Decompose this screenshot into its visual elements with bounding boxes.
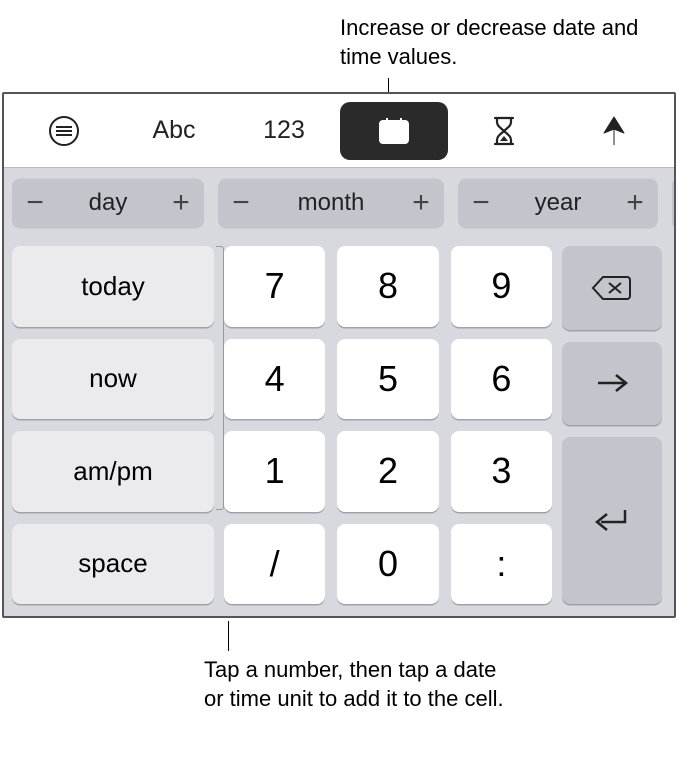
key-0-label: 0 bbox=[378, 543, 398, 585]
tab-text-keyboard[interactable]: Abc bbox=[120, 102, 228, 160]
key-3[interactable]: 3 bbox=[451, 431, 552, 512]
tab-formula-keyboard[interactable] bbox=[560, 102, 668, 160]
key-0[interactable]: 0 bbox=[337, 524, 438, 605]
shortcut-keys-column: today now am/pm space bbox=[12, 246, 214, 604]
key-space-label: space bbox=[78, 548, 147, 579]
date-time-keyboard: Abc 123 bbox=[2, 92, 676, 618]
key-slash-label: / bbox=[270, 543, 280, 585]
key-9[interactable]: 9 bbox=[451, 246, 552, 327]
key-7[interactable]: 7 bbox=[224, 246, 325, 327]
stepper-year: − year + bbox=[458, 178, 658, 228]
key-6-label: 6 bbox=[491, 358, 511, 400]
key-9-label: 9 bbox=[491, 265, 511, 307]
key-3-label: 3 bbox=[491, 450, 511, 492]
increase-day-button[interactable]: + bbox=[166, 188, 196, 218]
decrease-year-button[interactable]: − bbox=[466, 188, 496, 218]
stepper-day: − day + bbox=[12, 178, 204, 228]
stepper-month: − month + bbox=[218, 178, 444, 228]
key-now[interactable]: now bbox=[12, 339, 214, 420]
key-return[interactable] bbox=[562, 437, 662, 604]
key-5-label: 5 bbox=[378, 358, 398, 400]
key-5[interactable]: 5 bbox=[337, 339, 438, 420]
key-2-label: 2 bbox=[378, 450, 398, 492]
keyboard-mode-tabs: Abc 123 bbox=[4, 94, 674, 168]
key-colon[interactable]: : bbox=[451, 524, 552, 605]
key-colon-label: : bbox=[496, 543, 506, 585]
tab-numeric-keyboard[interactable]: 123 bbox=[230, 102, 338, 160]
key-slash[interactable]: / bbox=[224, 524, 325, 605]
tab-text-label: Abc bbox=[152, 116, 195, 145]
tab-duration-keyboard[interactable] bbox=[450, 102, 558, 160]
stepper-more[interactable] bbox=[672, 178, 674, 228]
callout-bracket bbox=[216, 246, 224, 510]
key-6[interactable]: 6 bbox=[451, 339, 552, 420]
action-keys-column bbox=[562, 246, 662, 604]
key-7-label: 7 bbox=[265, 265, 285, 307]
increase-year-button[interactable]: + bbox=[620, 188, 650, 218]
key-area: today now am/pm space 7 8 9 4 5 6 1 2 3 … bbox=[4, 238, 674, 616]
key-1[interactable]: 1 bbox=[224, 431, 325, 512]
date-unit-steppers-row: − day + − month + − year + bbox=[4, 168, 674, 238]
key-8-label: 8 bbox=[378, 265, 398, 307]
callout-number-keys: Tap a number, then tap a date or time un… bbox=[204, 656, 504, 713]
stepper-month-label[interactable]: month bbox=[264, 189, 398, 217]
key-space[interactable]: space bbox=[12, 524, 214, 605]
stepper-day-label[interactable]: day bbox=[58, 189, 158, 217]
callout-leader-bottom bbox=[228, 621, 229, 651]
key-4-label: 4 bbox=[265, 358, 285, 400]
key-backspace[interactable] bbox=[562, 246, 662, 330]
callout-leader-top bbox=[388, 78, 389, 92]
key-today[interactable]: today bbox=[12, 246, 214, 327]
key-4[interactable]: 4 bbox=[224, 339, 325, 420]
key-8[interactable]: 8 bbox=[337, 246, 438, 327]
key-1-label: 1 bbox=[265, 450, 285, 492]
increase-month-button[interactable]: + bbox=[406, 188, 436, 218]
key-ampm-label: am/pm bbox=[73, 456, 152, 487]
backspace-icon bbox=[591, 274, 633, 302]
key-today-label: today bbox=[81, 271, 145, 302]
collapse-keyboard-button[interactable] bbox=[10, 102, 118, 160]
tab-num-label: 123 bbox=[263, 116, 305, 145]
key-2[interactable]: 2 bbox=[337, 431, 438, 512]
tab-date-time-keyboard[interactable] bbox=[340, 102, 448, 160]
key-next[interactable] bbox=[562, 342, 662, 426]
key-am-pm[interactable]: am/pm bbox=[12, 431, 214, 512]
callout-steppers: Increase or decrease date and time value… bbox=[340, 14, 640, 71]
return-icon bbox=[593, 506, 631, 536]
decrease-day-button[interactable]: − bbox=[20, 188, 50, 218]
number-pad: 7 8 9 4 5 6 1 2 3 / 0 : bbox=[224, 246, 552, 604]
stepper-year-label[interactable]: year bbox=[504, 189, 612, 217]
decrease-month-button[interactable]: − bbox=[226, 188, 256, 218]
key-now-label: now bbox=[89, 363, 137, 394]
arrow-right-icon bbox=[594, 371, 630, 395]
